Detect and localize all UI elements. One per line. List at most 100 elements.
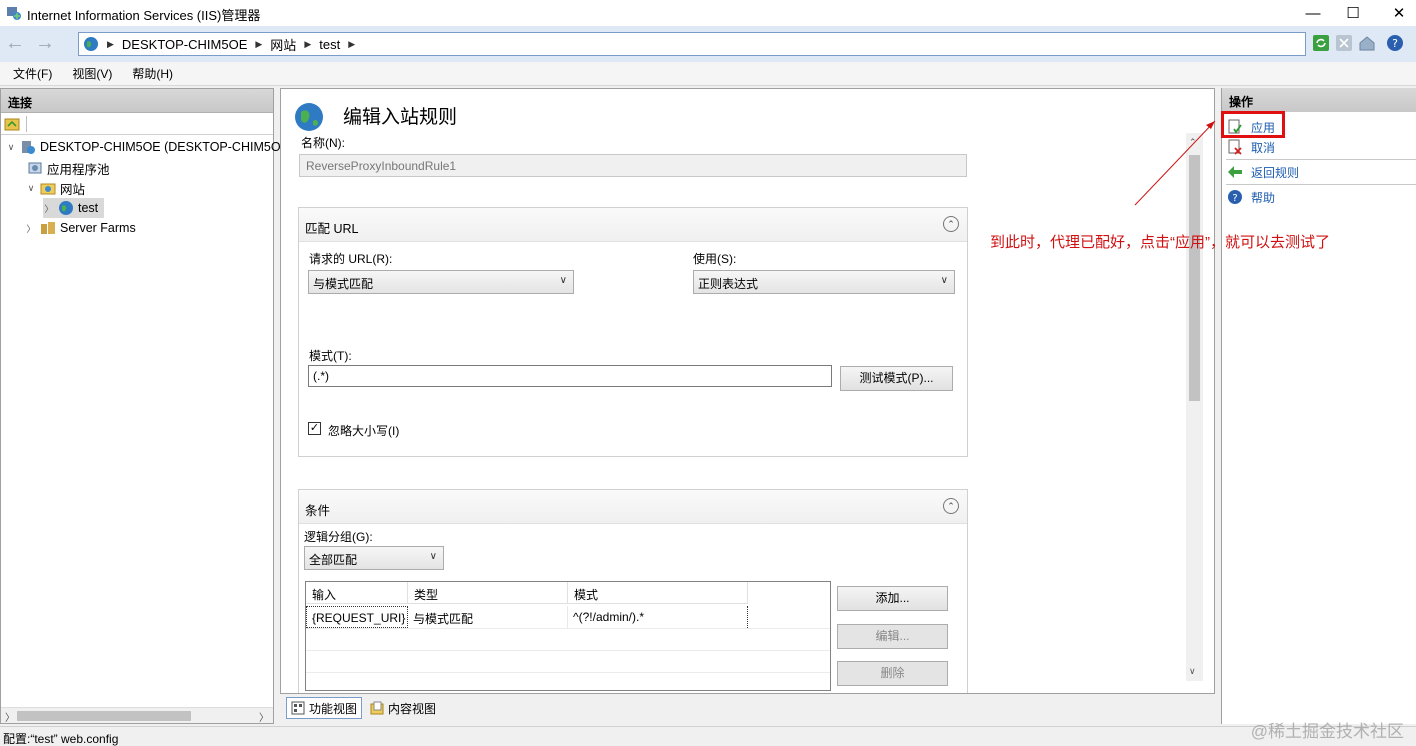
close-button[interactable]: ✕ bbox=[1376, 0, 1416, 26]
row-divider bbox=[306, 650, 830, 651]
stop-icon[interactable] bbox=[1335, 34, 1353, 52]
chevron-down-icon: ∨ bbox=[940, 275, 948, 286]
ignore-case-checkbox[interactable]: ✓ bbox=[308, 422, 321, 435]
connections-hscrollbar[interactable]: 〉 〉 bbox=[1, 707, 273, 724]
column-header-type[interactable]: 类型 bbox=[408, 582, 568, 604]
using-label: 使用(S): bbox=[693, 252, 737, 266]
scroll-thumb[interactable] bbox=[17, 711, 191, 721]
connections-toolbar bbox=[1, 113, 273, 135]
server-farms-icon bbox=[41, 222, 55, 234]
collapse-icon[interactable]: ∨ bbox=[25, 183, 37, 194]
actions-header: 操作 bbox=[1222, 88, 1416, 112]
conditions-table[interactable]: 输入 类型 模式 {REQUEST_URI} 与模式匹配 ^(?!/admin/… bbox=[305, 581, 831, 691]
action-help[interactable]: ? 帮助 bbox=[1227, 187, 1275, 207]
server-icon bbox=[22, 141, 35, 154]
status-bar: 配置:“test” web.config bbox=[0, 726, 1416, 746]
apply-highlight-box bbox=[1221, 111, 1285, 138]
scroll-right-icon[interactable]: 〉 bbox=[259, 709, 269, 724]
tree-item-sites[interactable]: ∨ 网站 bbox=[25, 178, 85, 198]
requested-url-select[interactable]: 与模式匹配 ∨ bbox=[308, 270, 574, 294]
tree-item-server[interactable]: ∨ DESKTOP-CHIM5OE (DESKTOP-CHIM5O bbox=[5, 137, 281, 157]
cell-pattern: ^(?!/admin/).* bbox=[568, 606, 748, 628]
globe-icon bbox=[59, 201, 73, 215]
scroll-left-icon[interactable]: 〉 bbox=[5, 709, 15, 724]
expand-icon[interactable]: 〉 bbox=[43, 202, 55, 215]
app-pool-icon bbox=[28, 162, 42, 174]
grouping-select[interactable]: 全部匹配 ∨ bbox=[304, 546, 444, 570]
chevron-right-icon: ▶ bbox=[107, 38, 114, 49]
features-view-icon bbox=[291, 701, 305, 715]
breadcrumb-test[interactable]: test bbox=[319, 37, 340, 52]
menu-help[interactable]: 帮助(H) bbox=[132, 65, 173, 82]
chevron-right-icon: ▶ bbox=[304, 38, 312, 49]
back-icon[interactable]: ← bbox=[3, 33, 27, 55]
row-divider bbox=[306, 628, 830, 629]
forward-icon[interactable]: → bbox=[33, 33, 57, 55]
edit-rule-pane: 编辑入站规则 名称(N): ReverseProxyInboundRule1 匹… bbox=[280, 88, 1215, 694]
using-select[interactable]: 正则表达式 ∨ bbox=[693, 270, 955, 294]
column-header-input[interactable]: 输入 bbox=[306, 582, 408, 604]
row-divider bbox=[306, 672, 830, 673]
sites-folder-icon bbox=[40, 183, 56, 195]
watermark: @稀土掘金技术社区 bbox=[1250, 722, 1404, 741]
annotation-arrow-icon bbox=[1134, 120, 1216, 206]
page-title: 编辑入站规则 bbox=[343, 107, 458, 128]
title-bar: Internet Information Services (IIS)管理器 —… bbox=[0, 0, 1416, 26]
breadcrumb-server[interactable]: DESKTOP-CHIM5OE bbox=[122, 37, 247, 52]
action-cancel[interactable]: 取消 bbox=[1227, 137, 1275, 157]
home-icon[interactable] bbox=[1358, 34, 1376, 52]
help-dropdown-icon[interactable]: ? bbox=[1386, 34, 1404, 52]
connect-icon[interactable] bbox=[4, 116, 20, 132]
connections-pane: 连接 ∨ DESKTOP-CHIM5OE (DESKTOP-CHIM5O 应用程… bbox=[0, 88, 281, 724]
match-url-title: 匹配 URL bbox=[305, 222, 359, 236]
window-title: Internet Information Services (IIS)管理器 bbox=[27, 8, 261, 23]
help-icon: ? bbox=[1228, 190, 1242, 204]
add-condition-button[interactable]: 添加... bbox=[837, 586, 948, 611]
globe-icon bbox=[295, 103, 323, 131]
maximize-button[interactable]: ☐ bbox=[1330, 0, 1376, 26]
pattern-input[interactable]: (.*) bbox=[308, 365, 832, 387]
tree-item-app-pools[interactable]: 应用程序池 bbox=[27, 158, 110, 178]
status-text: 配置:“test” web.config bbox=[3, 732, 119, 746]
address-bar-area: ← → ▶ DESKTOP-CHIM5OE ▶ 网站 ▶ test ▶ ? bbox=[0, 26, 1416, 62]
delete-condition-button[interactable]: 删除 bbox=[837, 661, 948, 686]
view-tabs: 功能视图 内容视图 bbox=[280, 696, 1215, 720]
expand-icon[interactable]: 〉 bbox=[25, 222, 37, 235]
conditions-header: 条件 ⌃ bbox=[299, 490, 967, 524]
collapse-section-icon[interactable]: ⌃ bbox=[943, 498, 959, 514]
back-arrow-icon bbox=[1228, 166, 1242, 178]
test-pattern-button[interactable]: 测试模式(P)... bbox=[840, 366, 953, 391]
tree-item-test[interactable]: 〉 test bbox=[43, 198, 105, 218]
editor-vscrollbar[interactable]: ⌃ ∨ bbox=[1186, 133, 1203, 681]
menu-file[interactable]: 文件(F) bbox=[13, 65, 52, 82]
action-back-to-rules[interactable]: 返回规则 bbox=[1227, 162, 1299, 182]
match-url-header: 匹配 URL ⌃ bbox=[299, 208, 967, 242]
content-view-icon bbox=[370, 701, 384, 715]
chevron-down-icon: ∨ bbox=[429, 551, 437, 562]
refresh-icon[interactable] bbox=[1312, 34, 1330, 52]
svg-text:?: ? bbox=[1232, 193, 1237, 204]
tree-item-server-farms[interactable]: 〉 Server Farms bbox=[25, 218, 135, 238]
cell-type: 与模式匹配 bbox=[408, 606, 568, 628]
column-header-pattern[interactable]: 模式 bbox=[568, 582, 748, 604]
collapse-icon[interactable]: ∨ bbox=[5, 142, 17, 153]
chevron-right-icon: ▶ bbox=[348, 38, 356, 49]
conditions-title: 条件 bbox=[305, 504, 331, 518]
globe-icon bbox=[84, 37, 98, 51]
tab-features-view[interactable]: 功能视图 bbox=[286, 697, 363, 719]
breadcrumb-sites[interactable]: 网站 bbox=[270, 35, 296, 54]
menu-bar: 文件(F) 视图(V) 帮助(H) bbox=[0, 62, 1416, 86]
actions-divider bbox=[1226, 184, 1416, 185]
chevron-down-icon: ∨ bbox=[559, 275, 567, 286]
edit-condition-button[interactable]: 编辑... bbox=[837, 624, 948, 649]
rule-name-field[interactable]: ReverseProxyInboundRule1 bbox=[299, 154, 967, 177]
scroll-down-icon[interactable]: ∨ bbox=[1189, 666, 1196, 677]
tab-content-view[interactable]: 内容视图 bbox=[366, 697, 440, 719]
match-url-section: 匹配 URL ⌃ 请求的 URL(R): 与模式匹配 ∨ 使用(S): 正则表达… bbox=[298, 207, 968, 457]
cancel-icon bbox=[1228, 139, 1242, 155]
collapse-section-icon[interactable]: ⌃ bbox=[943, 216, 959, 232]
menu-view[interactable]: 视图(V) bbox=[72, 65, 112, 82]
address-field[interactable]: ▶ DESKTOP-CHIM5OE ▶ 网站 ▶ test ▶ bbox=[78, 32, 1306, 56]
annotation-text: 到此时，代理已配好，点击“应用”，就可以去测试了 bbox=[990, 234, 1330, 251]
svg-text:?: ? bbox=[1392, 37, 1398, 50]
